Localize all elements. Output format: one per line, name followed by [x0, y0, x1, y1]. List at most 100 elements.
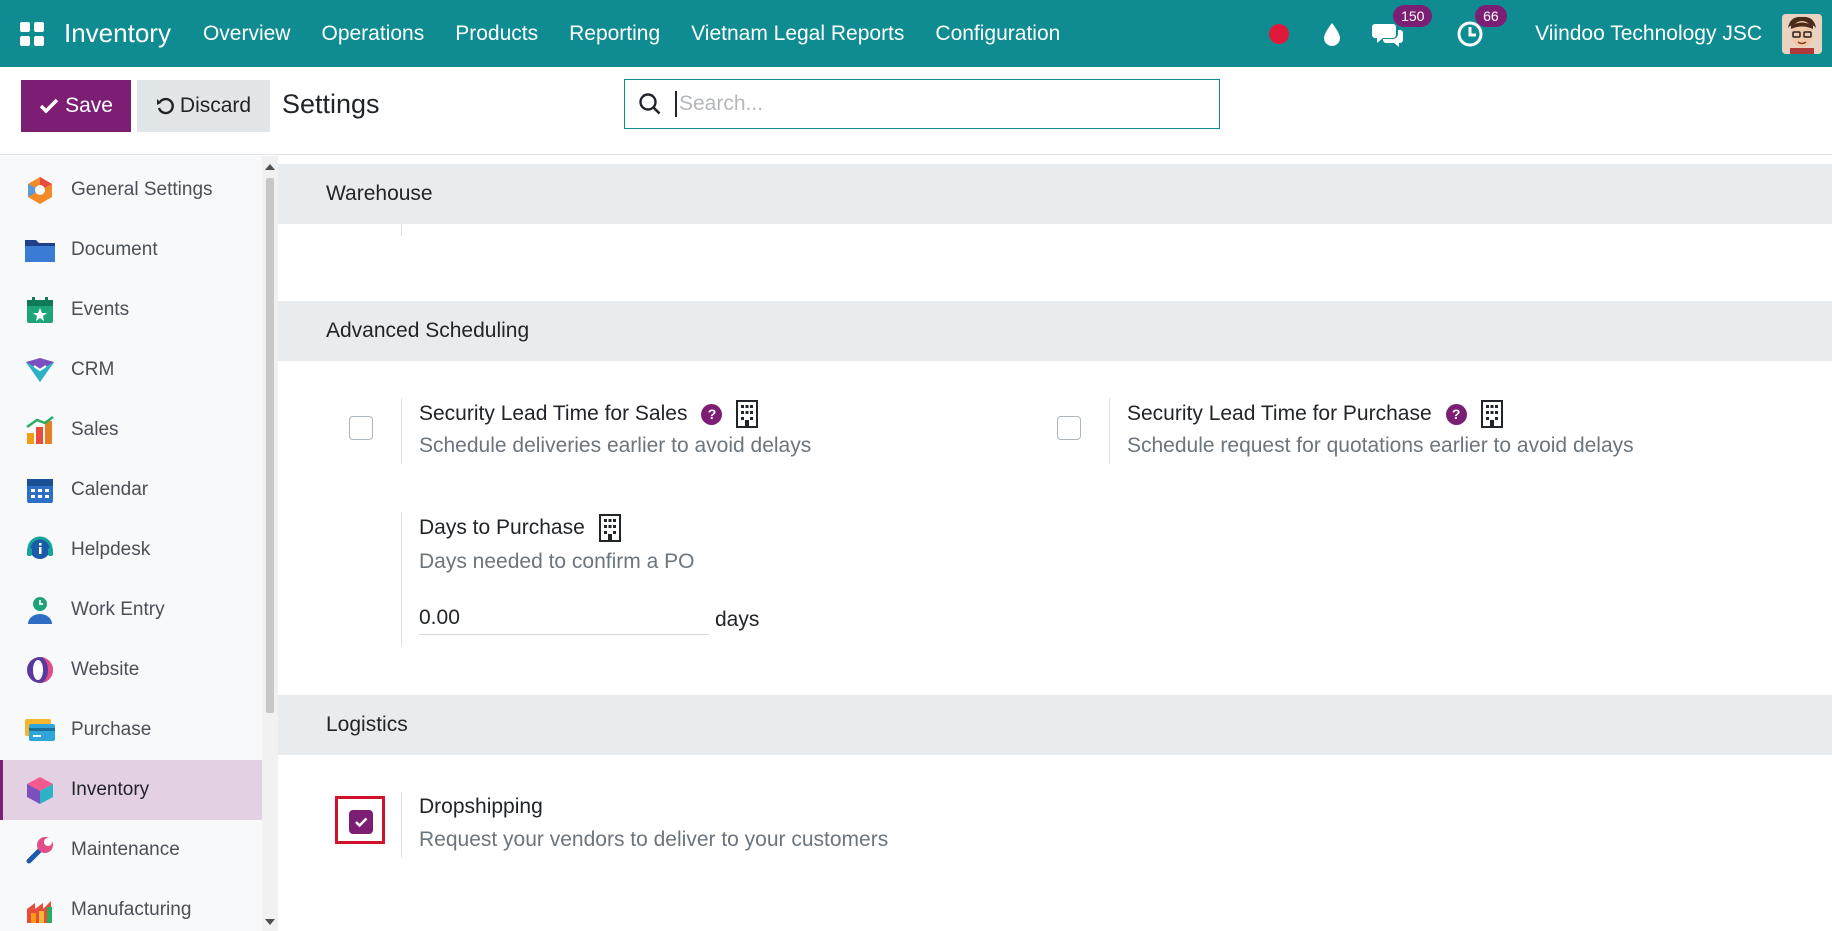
lead-time-sales-description: Schedule deliveries earlier to avoid del… [419, 434, 812, 457]
sidebar-item-manufacturing[interactable]: Manufacturing [0, 880, 262, 931]
page-title: Settings [282, 89, 380, 119]
divider [401, 398, 402, 464]
lead-time-sales-label: Security Lead Time for Sales [419, 402, 688, 425]
sidebar-item-sales[interactable]: Sales [0, 400, 262, 460]
sidebar-item-helpdesk[interactable]: Helpdesk [0, 520, 262, 580]
settings-sidebar: General Settings Document Events CRM Sal… [0, 156, 262, 931]
sidebar-item-purchase[interactable]: Purchase [0, 700, 262, 760]
scroll-down-arrow-icon[interactable] [265, 919, 275, 925]
menu-reporting[interactable]: Reporting [569, 22, 660, 46]
sidebar-item-general-settings[interactable]: General Settings [0, 160, 262, 220]
days-to-purchase-label: Days to Purchase [419, 516, 585, 539]
menu-operations[interactable]: Operations [321, 22, 424, 46]
user-avatar[interactable] [1782, 13, 1822, 54]
sidebar-item-inventory[interactable]: Inventory [0, 760, 262, 820]
work-entry-icon [24, 594, 56, 626]
check-icon [355, 817, 368, 828]
sidebar-item-document[interactable]: Document [0, 220, 262, 280]
divider [401, 512, 402, 646]
lead-time-sales-title: Security Lead Time for Sales ? [419, 400, 759, 428]
sidebar-item-label: Calendar [71, 479, 149, 500]
sidebar-item-maintenance[interactable]: Maintenance [0, 820, 262, 880]
sidebar-item-label: Work Entry [71, 599, 165, 620]
app-brand[interactable]: Inventory [64, 18, 171, 49]
section-advanced-scheduling: Advanced Scheduling [278, 301, 1832, 361]
messages-badge: 150 [1393, 4, 1433, 27]
sidebar-item-label: Maintenance [71, 839, 180, 860]
activities-button[interactable]: 66 [1453, 4, 1507, 49]
website-icon [24, 654, 56, 686]
days-to-purchase-input[interactable] [419, 601, 709, 635]
calendar-star-icon [24, 294, 56, 326]
days-to-purchase-title: Days to Purchase [419, 514, 621, 542]
credit-card-icon [24, 714, 56, 746]
cube-icon [24, 774, 56, 806]
folder-icon [24, 234, 56, 266]
factory-icon [24, 894, 56, 926]
save-label: Save [65, 94, 113, 117]
control-panel: Save Discard Settings [0, 67, 1832, 155]
dropshipping-title: Dropshipping [419, 795, 543, 818]
sidebar-scrollbar[interactable] [262, 156, 278, 931]
sidebar-item-calendar[interactable]: Calendar [0, 460, 262, 520]
divider [401, 792, 402, 858]
sidebar-item-label: CRM [71, 359, 115, 380]
check-icon [39, 98, 59, 114]
divider [1109, 398, 1110, 464]
search-icon [625, 80, 675, 128]
crm-icon [24, 354, 56, 386]
sidebar-item-label: Helpdesk [71, 539, 151, 560]
sidebar-item-label: Events [71, 299, 130, 320]
days-to-purchase-description: Days needed to confirm a PO [419, 550, 695, 573]
sidebar-item-label: Document [71, 239, 158, 260]
menu-configuration[interactable]: Configuration [935, 22, 1060, 46]
lead-time-purchase-title: Security Lead Time for Purchase ? [1127, 400, 1503, 428]
drop-icon[interactable] [1319, 21, 1345, 47]
lead-time-purchase-label: Security Lead Time for Purchase [1127, 402, 1432, 425]
search-input[interactable] [675, 91, 1219, 117]
undo-icon [156, 97, 174, 115]
menu-overview[interactable]: Overview [203, 22, 291, 46]
search-box[interactable] [624, 79, 1220, 129]
sidebar-item-website[interactable]: Website [0, 640, 262, 700]
discard-button[interactable]: Discard [137, 80, 270, 132]
section-warehouse: Warehouse [278, 164, 1832, 224]
dropshipping-description: Request your vendors to deliver to your … [419, 828, 889, 851]
save-button[interactable]: Save [21, 80, 131, 132]
section-logistics: Logistics [278, 695, 1832, 755]
settings-content: Warehouse Advanced Scheduling Security L… [278, 156, 1832, 931]
discard-label: Discard [179, 94, 252, 117]
sidebar-item-crm[interactable]: CRM [0, 340, 262, 400]
help-icon[interactable]: ? [1445, 403, 1467, 425]
wrench-icon [24, 834, 56, 866]
top-navbar: Inventory Overview Operations Products R… [0, 0, 1832, 67]
activities-badge: 66 [1475, 4, 1507, 27]
apps-menu-button[interactable] [0, 0, 64, 67]
sidebar-item-label: Sales [71, 419, 119, 440]
building-icon [598, 514, 621, 542]
menu-products[interactable]: Products [455, 22, 538, 46]
lead-time-purchase-checkbox[interactable] [1057, 416, 1081, 440]
days-unit-label: days [715, 608, 760, 631]
scroll-up-arrow-icon[interactable] [265, 164, 275, 170]
divider [401, 224, 402, 236]
sidebar-item-events[interactable]: Events [0, 280, 262, 340]
headset-icon [24, 534, 56, 566]
calendar-icon [24, 474, 56, 506]
lead-time-sales-checkbox[interactable] [349, 416, 373, 440]
sidebar-item-label: Purchase [71, 719, 152, 740]
sidebar-item-label: Website [71, 659, 140, 680]
dropshipping-checkbox[interactable] [349, 810, 373, 834]
messages-button[interactable]: 150 [1371, 4, 1433, 49]
building-icon [736, 400, 759, 428]
sidebar-item-label: General Settings [71, 179, 213, 200]
company-switcher[interactable]: Viindoo Technology JSC [1535, 22, 1762, 46]
sidebar-item-work-entry[interactable]: Work Entry [0, 580, 262, 640]
sidebar-item-label: Inventory [71, 779, 150, 800]
menu-vietnam-legal-reports[interactable]: Vietnam Legal Reports [691, 22, 904, 46]
help-icon[interactable]: ? [701, 403, 723, 425]
scroll-thumb[interactable] [266, 178, 274, 713]
lead-time-purchase-description: Schedule request for quotations earlier … [1127, 434, 1634, 457]
building-icon [1480, 400, 1503, 428]
record-icon[interactable] [1269, 23, 1290, 44]
